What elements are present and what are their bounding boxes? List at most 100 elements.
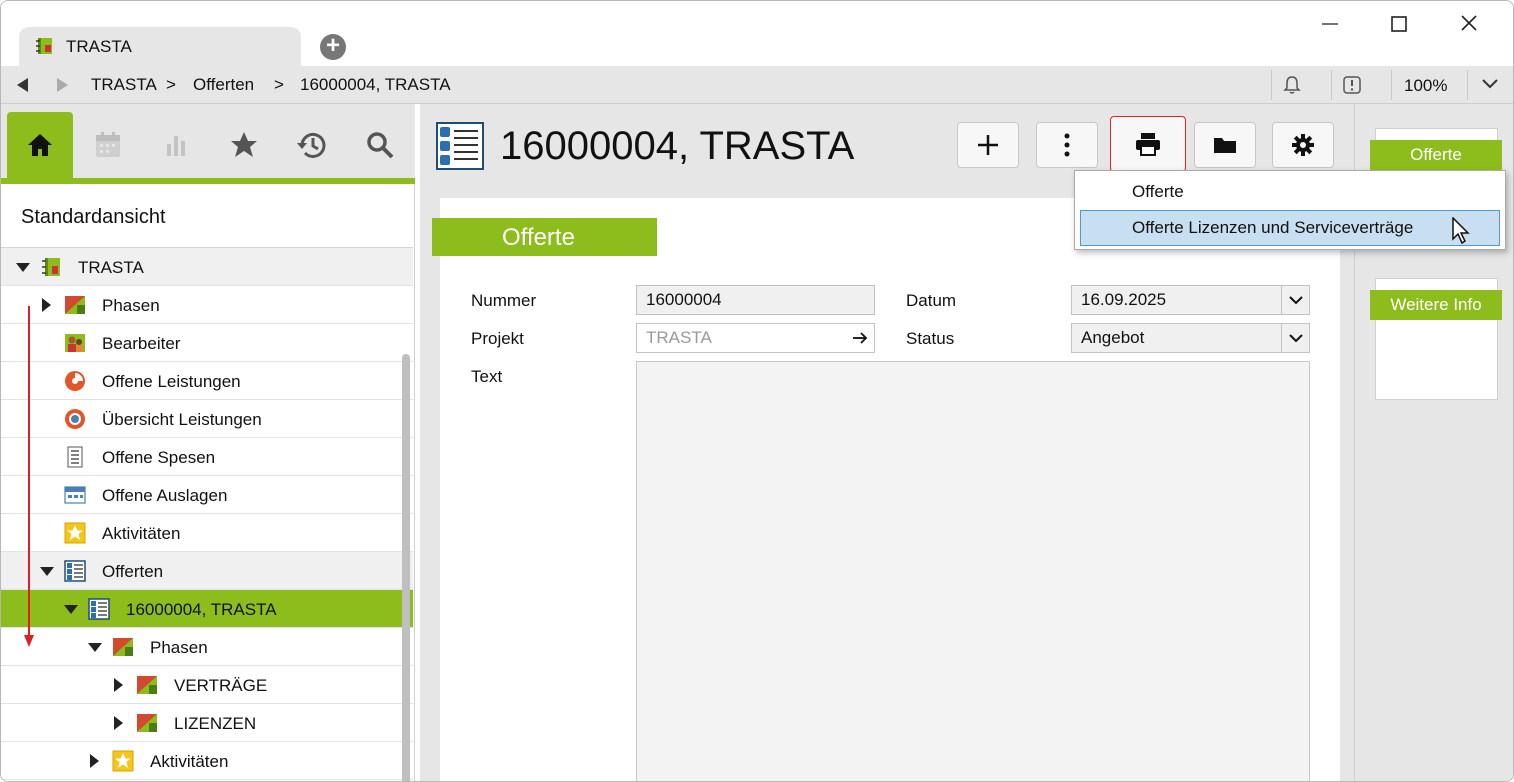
divider (1331, 70, 1332, 100)
tree-item[interactable]: 16000004, TRASTA (1, 590, 413, 628)
tree-item[interactable]: Phasen (1, 628, 413, 666)
more-button[interactable] (1036, 122, 1098, 168)
tag-weitere-info[interactable]: Weitere Info (1370, 290, 1502, 320)
menu-item-offerte-lizenzen[interactable]: Offerte Lizenzen und Serviceverträge (1080, 210, 1500, 246)
phases-icon (113, 638, 133, 656)
home-icon (28, 134, 52, 156)
tree-item[interactable]: Bearbeiter (1, 324, 413, 362)
tree-item-label: VERTRÄGE (174, 676, 268, 695)
quote-icon (64, 560, 86, 582)
datum-dropdown[interactable] (1281, 286, 1309, 314)
caret-down-icon[interactable] (16, 263, 30, 272)
more-vertical-icon (1064, 133, 1070, 157)
chevron-down-icon[interactable] (1481, 78, 1499, 90)
status-label: Status (906, 329, 955, 348)
nummer-field[interactable]: 16000004 (636, 285, 875, 315)
tree-item[interactable]: TRASTA (1, 248, 413, 286)
history-icon (297, 132, 326, 158)
nav-history[interactable] (279, 112, 345, 178)
minimize-icon[interactable] (1315, 11, 1345, 37)
menu-item-offerte[interactable]: Offerte (1075, 174, 1505, 210)
tab-trasta[interactable]: TRASTA (19, 27, 301, 66)
tree-item-label: Phasen (150, 638, 208, 657)
tree-item[interactable]: Übersicht Leistungen (1, 400, 413, 438)
tree-item-label: Phasen (102, 296, 160, 315)
datum-field[interactable]: 16.09.2025 (1071, 285, 1310, 315)
caret-right-icon[interactable] (42, 298, 51, 312)
plus-circle-icon[interactable]: + (320, 34, 346, 60)
tree-item[interactable]: Offene Spesen (1, 438, 413, 476)
add-button[interactable] (957, 122, 1019, 168)
projekt-field[interactable]: TRASTA (636, 323, 875, 353)
tree-item[interactable]: Phasen (1, 286, 413, 324)
outlays-icon (64, 486, 86, 504)
print-button[interactable] (1110, 116, 1186, 172)
caret-down-icon[interactable] (88, 643, 102, 652)
activities-icon (64, 522, 86, 544)
view-name[interactable]: Standardansicht (21, 206, 166, 229)
bell-icon[interactable] (1281, 74, 1303, 96)
caret-down-icon[interactable] (40, 567, 54, 576)
tree-item[interactable]: Aktivitäten (1, 514, 413, 552)
nav-home[interactable] (7, 112, 73, 178)
tree-item-label: TRASTA (78, 258, 144, 277)
folder-button[interactable] (1194, 122, 1256, 168)
breadcrumb-current[interactable]: 16000004, TRASTA (300, 75, 451, 95)
breadcrumb-trasta[interactable]: TRASTA (91, 75, 157, 95)
tree-item[interactable]: LIZENZEN (1, 704, 413, 742)
nav-calendar[interactable] (75, 112, 141, 178)
text-label: Text (471, 367, 503, 386)
tree-item-label: Offene Spesen (102, 448, 216, 467)
zoom-level[interactable]: 100% (1404, 76, 1447, 96)
caret-right-icon[interactable] (90, 754, 99, 768)
chart-icon (167, 136, 185, 156)
print-icon (1136, 133, 1160, 156)
back-icon[interactable] (17, 78, 28, 92)
tree-item[interactable]: Aktivitäten (1, 742, 413, 780)
tree-item[interactable]: Offerten (1, 552, 413, 590)
close-icon[interactable] (1454, 11, 1484, 37)
sidebar: Standardansicht TRASTA Phasen Bearbeiter Of… (1, 104, 415, 781)
forward-icon[interactable] (57, 78, 68, 92)
status-field[interactable]: Angebot (1071, 323, 1310, 353)
tree-item[interactable]: VERTRÄGE (1, 666, 413, 704)
nav-chart[interactable] (143, 112, 209, 178)
alert-icon[interactable] (1342, 75, 1362, 95)
tag-offerte[interactable]: Offerte (1370, 140, 1502, 170)
arrow-right-icon[interactable] (852, 331, 868, 345)
users-icon (65, 334, 85, 352)
breadcrumb-offerten[interactable]: Offerten (193, 75, 254, 95)
nummer-label: Nummer (471, 291, 537, 310)
divider (1467, 70, 1468, 100)
nav-search[interactable] (347, 112, 413, 178)
tree-item-label: Offerten (102, 562, 164, 581)
tree-item[interactable]: Offene Auslagen (1, 476, 413, 514)
app-window: TRASTA + TRASTA > Offerten > 16000004, T… (0, 0, 1514, 782)
activities-icon (112, 750, 134, 772)
caret-right-icon[interactable] (114, 678, 123, 692)
sidebar-scrollbar[interactable] (402, 354, 410, 781)
tree-item[interactable]: Offene Leistungen (1, 362, 413, 400)
settings-button[interactable] (1272, 122, 1334, 168)
print-menu: Offerte Offerte Lizenzen und Servicevert… (1074, 170, 1506, 250)
maximize-icon[interactable] (1384, 11, 1414, 37)
star-icon (231, 132, 257, 157)
nav-favorites[interactable] (211, 112, 277, 178)
folder-icon (1214, 138, 1236, 153)
search-icon (367, 132, 394, 159)
tree-item-label: Offene Leistungen (102, 372, 241, 391)
navigation-bar: TRASTA > Offerten > 16000004, TRASTA 100… (1, 66, 1513, 104)
datum-label: Datum (906, 291, 957, 310)
tab-label: TRASTA (66, 37, 132, 56)
tree-item-label: Übersicht Leistungen (102, 410, 262, 429)
caret-down-icon[interactable] (64, 605, 78, 614)
divider (1271, 70, 1272, 100)
status-dropdown[interactable] (1281, 324, 1309, 352)
mouse-cursor-icon (1452, 217, 1470, 245)
text-area[interactable] (636, 361, 1310, 781)
chevron-down-icon (1288, 334, 1303, 343)
phases-icon (137, 714, 157, 732)
caret-right-icon[interactable] (114, 716, 123, 730)
tree-item-label: Aktivitäten (150, 752, 229, 771)
tree-item-label: LIZENZEN (174, 714, 257, 733)
